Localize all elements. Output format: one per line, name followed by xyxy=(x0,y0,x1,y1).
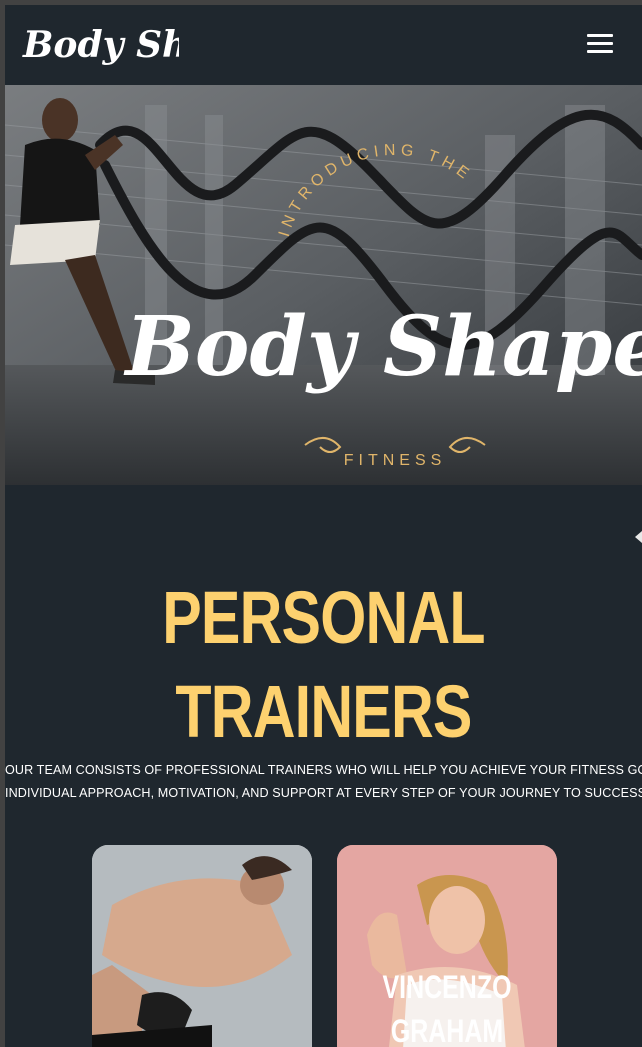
svg-text:Body Shape: Body Shape xyxy=(22,24,179,66)
hamburger-menu-icon[interactable] xyxy=(587,34,613,56)
site-header: Body Shape xyxy=(5,5,642,85)
trainer-card[interactable]: VINCENZO GRAHAM xyxy=(337,845,557,1047)
hero-sub-text: FITNESS xyxy=(344,452,447,469)
hero-image: INTRODUCING THE Body Shape FITNESS xyxy=(5,85,642,485)
description-line: INDIVIDUAL APPROACH, MOTIVATION, AND SUP… xyxy=(5,786,642,800)
trainer-photo xyxy=(92,845,312,1047)
title-line: PERSONAL xyxy=(162,576,485,659)
trainer-card[interactable] xyxy=(92,845,312,1047)
hero-brand-text: Body Shape xyxy=(123,299,642,395)
carousel-prev-arrow-icon[interactable] xyxy=(635,531,642,543)
description-line: OUR TEAM CONSISTS OF PROFESSIONAL TRAINE… xyxy=(5,763,642,777)
menu-bar xyxy=(587,34,613,37)
trainer-name: VINCENZO GRAHAM xyxy=(382,969,512,1047)
menu-bar xyxy=(587,42,613,45)
site-logo[interactable]: Body Shape xyxy=(19,15,179,75)
hero-banner: INTRODUCING THE Body Shape FITNESS xyxy=(5,85,642,485)
section-title: PERSONAL TRAINERS xyxy=(69,571,579,759)
title-line: TRAINERS xyxy=(175,670,472,753)
menu-bar xyxy=(587,50,613,53)
section-description: OUR TEAM CONSISTS OF PROFESSIONAL TRAINE… xyxy=(5,759,642,805)
page: Body Shape xyxy=(5,5,642,1047)
